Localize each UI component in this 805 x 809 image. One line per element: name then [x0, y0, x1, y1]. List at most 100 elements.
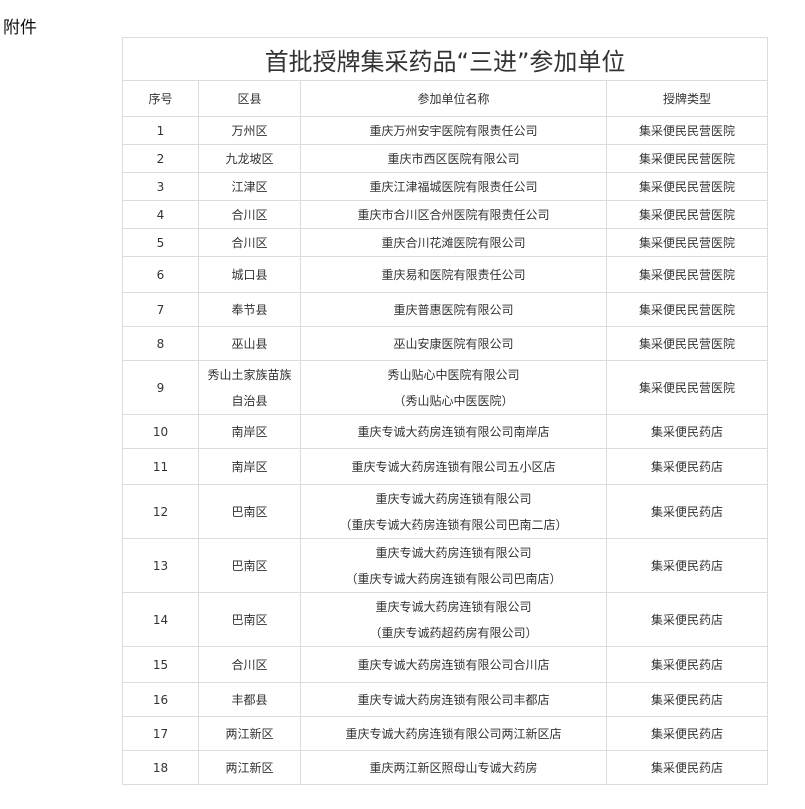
cell-unit-name: 重庆专诚大药房连锁有限公司 （重庆专诚大药房连锁有限公司巴南二店）: [300, 484, 607, 539]
cell-unit-name-line: 重庆专诚大药房连锁有限公司: [375, 545, 532, 560]
cell-unit-name: 重庆万州安宇医院有限责任公司: [300, 116, 607, 145]
cell-serial-no: 17: [122, 716, 199, 751]
cell-award-type: 集采便民药店: [606, 716, 768, 751]
cell-district-line: 合川区: [231, 235, 268, 250]
cell-serial-no: 9: [122, 360, 199, 415]
cell-unit-name: 重庆专诚大药房连锁有限公司两江新区店: [300, 716, 607, 751]
cell-serial-no: 18: [122, 750, 199, 785]
cell-district-line: 万州区: [231, 123, 268, 138]
cell-unit-name-line: 重庆专诚大药房连锁有限公司丰都店: [357, 692, 550, 707]
table-row: 12 巴南区 重庆专诚大药房连锁有限公司 （重庆专诚大药房连锁有限公司巴南二店） 集采便…: [122, 484, 768, 539]
table-row: 16 丰都县 重庆专诚大药房连锁有限公司丰都店 集采便民药店: [122, 682, 768, 717]
cell-district: 南岸区: [198, 448, 301, 485]
cell-unit-name-line: 重庆专诚大药房连锁有限公司五小区店: [351, 459, 556, 474]
cell-district-line: 南岸区: [231, 424, 268, 439]
cell-unit-name: 重庆专诚大药房连锁有限公司 （重庆专诚药超药房有限公司）: [300, 592, 607, 647]
header-district: 区县: [198, 80, 301, 117]
cell-district: 合川区: [198, 228, 301, 257]
cell-district-line: 丰都县: [231, 692, 268, 707]
cell-unit-name-line: 重庆易和医院有限责任公司: [381, 267, 526, 282]
cell-serial-no: 6: [122, 256, 199, 293]
cell-serial-no: 2: [122, 144, 199, 173]
cell-award-type: 集采便民药店: [606, 592, 768, 647]
cell-district: 奉节县: [198, 292, 301, 327]
cell-serial-no: 11: [122, 448, 199, 485]
cell-unit-name: 重庆专诚大药房连锁有限公司 （重庆专诚大药房连锁有限公司巴南店）: [300, 538, 607, 593]
cell-unit-name-line: 重庆专诚大药房连锁有限公司: [375, 491, 532, 506]
table-row: 13 巴南区 重庆专诚大药房连锁有限公司 （重庆专诚大药房连锁有限公司巴南店） 集采便民…: [122, 538, 768, 593]
table-row: 2 九龙坡区 重庆市西区医院有限公司 集采便民民营医院: [122, 144, 768, 173]
cell-district-line: 九龙坡区: [225, 151, 274, 166]
cell-unit-name-line: 重庆专诚大药房连锁有限公司合川店: [357, 657, 550, 672]
cell-award-type: 集采便民民营医院: [606, 228, 768, 257]
cell-district: 九龙坡区: [198, 144, 301, 173]
cell-unit-name-line: 巫山安康医院有限公司: [393, 336, 514, 351]
cell-unit-name-line: 重庆江津福城医院有限责任公司: [369, 179, 538, 194]
participant-table: 首批授牌集采药品“三进”参加单位 序号 区县 参加单位名称 授牌类型 1 万州区重…: [122, 37, 768, 785]
cell-district: 万州区: [198, 116, 301, 145]
cell-district-line: 合川区: [231, 657, 268, 672]
attachment-label: 附件: [3, 18, 37, 38]
cell-district-line: 巴南区: [231, 504, 268, 519]
cell-district-line: 城口县: [231, 267, 268, 282]
cell-award-type: 集采便民药店: [606, 538, 768, 593]
table-row: 3 江津区 重庆江津福城医院有限责任公司 集采便民民营医院: [122, 172, 768, 201]
cell-district: 南岸区: [198, 414, 301, 449]
cell-award-type: 集采便民民营医院: [606, 144, 768, 173]
table-row: 7 奉节县 重庆普惠医院有限公司 集采便民民营医院: [122, 292, 768, 327]
cell-award-type: 集采便民药店: [606, 414, 768, 449]
cell-award-type: 集采便民民营医院: [606, 200, 768, 229]
cell-unit-name-line: 重庆专诚大药房连锁有限公司两江新区店: [345, 726, 562, 741]
cell-district: 两江新区: [198, 750, 301, 785]
cell-unit-name: 重庆合川花滩医院有限公司: [300, 228, 607, 257]
table-row: 5 合川区 重庆合川花滩医院有限公司 集采便民民营医院: [122, 228, 768, 257]
cell-unit-name-line: 重庆两江新区照母山专诚大药房: [369, 760, 538, 775]
cell-award-type: 集采便民民营医院: [606, 360, 768, 415]
cell-unit-name-line: 重庆专诚大药房连锁有限公司: [375, 599, 532, 614]
cell-district-line: 巫山县: [231, 336, 268, 351]
cell-unit-name: 巫山安康医院有限公司: [300, 326, 607, 361]
cell-award-type: 集采便民民营医院: [606, 326, 768, 361]
cell-district-line: 秀山土家族苗族: [207, 367, 292, 382]
cell-district: 巴南区: [198, 538, 301, 593]
cell-unit-name-line: （秀山贴心中医医院）: [393, 393, 514, 408]
table-row: 9 秀山土家族苗族 自治县 秀山贴心中医院有限公司 （秀山贴心中医医院） 集采便民民营医院: [122, 360, 768, 415]
cell-serial-no: 13: [122, 538, 199, 593]
cell-district: 巴南区: [198, 484, 301, 539]
cell-unit-name: 重庆市合川区合州医院有限责任公司: [300, 200, 607, 229]
cell-unit-name: 重庆市西区医院有限公司: [300, 144, 607, 173]
cell-unit-name: 重庆专诚大药房连锁有限公司五小区店: [300, 448, 607, 485]
cell-award-type: 集采便民民营医院: [606, 172, 768, 201]
cell-unit-name: 重庆江津福城医院有限责任公司: [300, 172, 607, 201]
cell-serial-no: 1: [122, 116, 199, 145]
cell-district: 秀山土家族苗族 自治县: [198, 360, 301, 415]
cell-unit-name: 重庆两江新区照母山专诚大药房: [300, 750, 607, 785]
cell-serial-no: 8: [122, 326, 199, 361]
cell-unit-name: 重庆专诚大药房连锁有限公司丰都店: [300, 682, 607, 717]
cell-serial-no: 12: [122, 484, 199, 539]
cell-unit-name: 秀山贴心中医院有限公司 （秀山贴心中医医院）: [300, 360, 607, 415]
cell-unit-name-line: 重庆普惠医院有限公司: [393, 302, 514, 317]
table-row: 15 合川区 重庆专诚大药房连锁有限公司合川店 集采便民药店: [122, 646, 768, 683]
cell-district-line: 巴南区: [231, 558, 268, 573]
table-row: 18 两江新区 重庆两江新区照母山专诚大药房 集采便民药店: [122, 750, 768, 785]
table-title-row: 首批授牌集采药品“三进”参加单位: [122, 37, 768, 81]
cell-unit-name-line: 重庆市西区医院有限公司: [387, 151, 520, 166]
cell-award-type: 集采便民药店: [606, 484, 768, 539]
cell-unit-name: 重庆专诚大药房连锁有限公司南岸店: [300, 414, 607, 449]
cell-serial-no: 7: [122, 292, 199, 327]
cell-district-line: 江津区: [231, 179, 268, 194]
cell-unit-name: 重庆专诚大药房连锁有限公司合川店: [300, 646, 607, 683]
cell-serial-no: 15: [122, 646, 199, 683]
cell-district-line: 合川区: [231, 207, 268, 222]
cell-unit-name-line: （重庆专诚大药房连锁有限公司巴南店）: [345, 571, 562, 586]
table-title: 首批授牌集采药品“三进”参加单位: [122, 37, 768, 81]
cell-award-type: 集采便民民营医院: [606, 116, 768, 145]
cell-district: 合川区: [198, 200, 301, 229]
header-serial-no: 序号: [122, 80, 199, 117]
header-unit-name: 参加单位名称: [300, 80, 607, 117]
cell-unit-name: 重庆普惠医院有限公司: [300, 292, 607, 327]
cell-district: 城口县: [198, 256, 301, 293]
cell-district-line: 巴南区: [231, 612, 268, 627]
cell-district: 巴南区: [198, 592, 301, 647]
